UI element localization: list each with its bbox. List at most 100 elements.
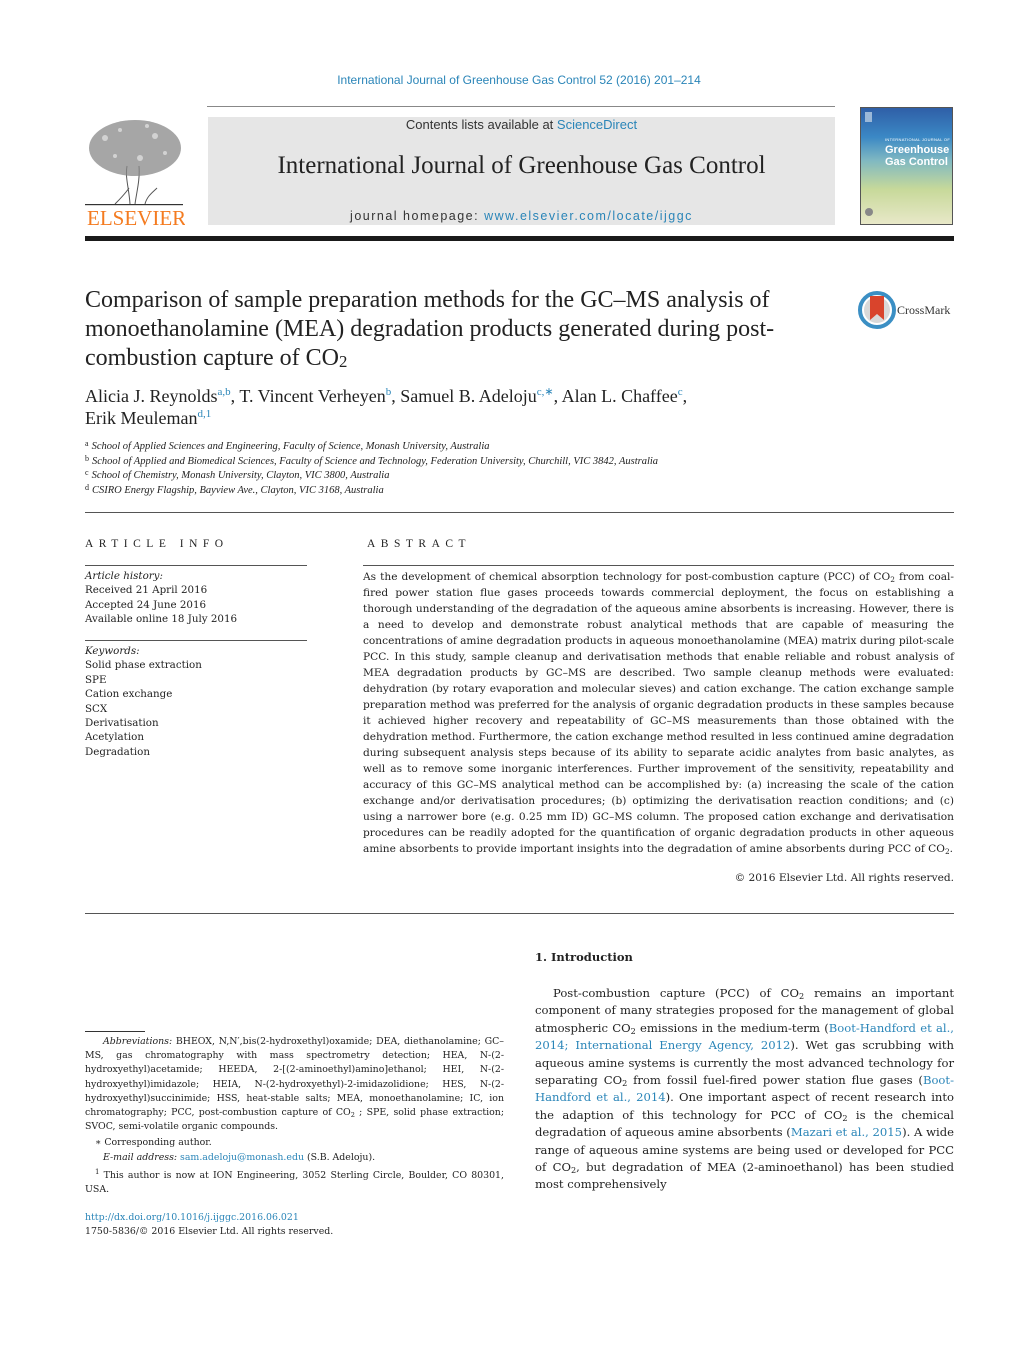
affiliation-key: a <box>85 439 89 448</box>
email-link[interactable]: sam.adeloju@monash.edu <box>180 1152 304 1163</box>
author-name[interactable]: Alicia J. Reynolds <box>85 386 218 406</box>
affiliation-item: b School of Applied and Biomedical Scienc… <box>85 453 845 470</box>
history-item: Accepted 24 June 2016 <box>85 598 207 611</box>
doi-block: http://dx.doi.org/10.1016/j.ijggc.2016.0… <box>85 1211 333 1239</box>
keywords-list: Solid phase extraction SPE Cation exchange… <box>85 658 307 759</box>
abstract-part: As the development of chemical absorptio… <box>363 571 891 583</box>
author-name[interactable]: Erik Meuleman <box>85 408 197 428</box>
introduction-heading: 1. Introduction <box>535 950 633 964</box>
crossmark-label[interactable]: CrossMark <box>897 303 950 318</box>
author-affiliation-mark[interactable]: c,∗ <box>537 386 554 398</box>
article-info-divider <box>85 565 307 566</box>
history-item: Available online 18 July 2016 <box>85 613 238 626</box>
keyword-item: Acetylation <box>85 731 144 744</box>
author-name[interactable]: Samuel B. Adeloju <box>400 386 537 406</box>
author-separator: , <box>682 386 688 406</box>
corresponding-author-note: ∗ Corresponding author. <box>95 1137 212 1149</box>
text: Post-combustion capture (PCC) of CO <box>553 986 800 1000</box>
history-item: Received 21 April 2016 <box>85 584 208 597</box>
keywords-label: Keywords: <box>85 645 140 657</box>
abstract-heading: ABSTRACT <box>367 538 472 550</box>
article-info-heading: ARTICLE INFO <box>85 538 229 550</box>
keywords-divider <box>85 640 307 641</box>
journal-cover-thumbnail[interactable]: INTERNATIONAL JOURNAL OF Greenhouse Gas … <box>860 107 953 225</box>
introduction-paragraph: Post-combustion capture (PCC) of CO2 rem… <box>535 985 954 1194</box>
cover-title: Greenhouse Gas Control <box>885 144 949 168</box>
elsevier-tree-icon: ELSEVIER <box>85 118 186 230</box>
author-name[interactable]: T. Vincent Verheyen <box>239 386 385 406</box>
cover-title-line2: Gas Control <box>885 156 948 168</box>
text: emissions in the medium-term ( <box>635 1020 829 1035</box>
abstract-text: As the development of chemical absorptio… <box>363 569 954 857</box>
abbreviations-label: Abbreviations: <box>103 1036 173 1047</box>
issn-copyright: 1750-5836/© 2016 Elsevier Ltd. All right… <box>85 1226 334 1238</box>
header-divider <box>207 106 835 107</box>
citation-link[interactable]: Mazari et al., 2015 <box>791 1125 902 1139</box>
author-separator: , <box>553 386 562 406</box>
affiliation-text: School of Chemistry, Monash University, … <box>91 470 390 481</box>
title-text: Comparison of sample preparation methods… <box>85 287 775 371</box>
email-label: E-mail address: <box>103 1151 181 1163</box>
email-note: E-mail address: sam.adeloju@monash.edu (… <box>85 1151 504 1165</box>
elsevier-wordmark: ELSEVIER <box>87 206 185 228</box>
cover-title-line1: Greenhouse <box>885 144 950 156</box>
author-affiliation-mark[interactable]: d,1 <box>197 408 211 420</box>
affiliation-item: c School of Chemistry, Monash University,… <box>85 469 845 484</box>
keyword-item: SPE <box>85 673 107 686</box>
affiliation-key: b <box>85 453 89 463</box>
keyword-item: SCX <box>85 702 108 715</box>
abstract-bottom-divider <box>85 913 954 914</box>
author-note-1: 1 This author is now at ION Engineering,… <box>85 1165 504 1198</box>
doi-link[interactable]: http://dx.doi.org/10.1016/j.ijggc.2016.0… <box>85 1211 333 1225</box>
affiliation-text: School of Applied Sciences and Engineeri… <box>91 441 490 452</box>
text: , but degradation of MEA (2-aminoethanol… <box>535 1160 954 1192</box>
affiliation-divider <box>85 512 954 513</box>
author-affiliation-mark[interactable]: a,b <box>218 386 231 398</box>
abstract-copyright: © 2016 Elsevier Ltd. All rights reserved… <box>734 872 954 884</box>
crossmark-icon <box>858 291 896 329</box>
author-separator: , <box>391 386 401 406</box>
contents-prefix: Contents lists available at <box>405 117 557 132</box>
abstract-part: from coal-fired power station flue gases… <box>363 571 954 855</box>
journal-citation-link[interactable]: International Journal of Greenhouse Gas … <box>0 73 1020 87</box>
history-label: Article history: <box>85 570 163 582</box>
header-thick-divider <box>85 236 954 241</box>
text: from fossil fuel-fired power station flu… <box>627 1073 923 1088</box>
contents-line: Contents lists available at ScienceDirec… <box>208 117 835 132</box>
keywords-section: Keywords: Solid phase extraction SPE Catio… <box>85 644 307 759</box>
author-name[interactable]: Alan L. Chaffee <box>562 386 678 406</box>
affiliation-item: d CSIRO Energy Flagship, Bayview Ave., Cl… <box>85 482 845 499</box>
footnotes: Abbreviations: BHEOX, N,N′,bis(2-hydroxe… <box>85 1035 504 1197</box>
keyword-item: Degradation <box>85 745 150 758</box>
abstract-divider <box>363 565 954 566</box>
title-subscript: 2 <box>338 352 348 371</box>
cover-publisher-icon <box>865 112 872 122</box>
affiliation-key: d <box>85 482 89 492</box>
author-note-text: This author is now at ION Engineering, 3… <box>85 1169 504 1196</box>
affiliation-text: School of Applied and Biomedical Science… <box>92 455 659 467</box>
affiliation-key: c <box>85 468 89 477</box>
abbreviations-text: BHEOX, N,N′,bis(2-hydroxethyl)oxamide; D… <box>85 1036 504 1119</box>
email-suffix: (S.B. Adeloju). <box>303 1151 376 1163</box>
affiliation-item: a School of Applied Sciences and Engineer… <box>85 440 845 455</box>
footnote-divider <box>85 1031 145 1032</box>
affiliation-text: CSIRO Energy Flagship, Bayview Ave., Cla… <box>92 484 384 496</box>
journal-name: International Journal of Greenhouse Gas … <box>277 152 766 179</box>
author-list: Alicia J. Reynoldsa,b, T. Vincent Verhey… <box>85 385 885 429</box>
history-list: Received 21 April 2016 Accepted 24 June 2… <box>85 583 307 626</box>
sciencedirect-link[interactable]: ScienceDirect <box>557 117 637 132</box>
cover-seal-icon <box>865 208 873 216</box>
abstract-part: . <box>949 843 954 855</box>
keyword-item: Derivatisation <box>85 717 159 730</box>
keyword-item: Cation exchange <box>85 688 173 701</box>
keyword-item: Solid phase extraction <box>85 659 202 672</box>
homepage-prefix: journal homepage: <box>350 209 485 223</box>
article-history: Article history: Received 21 April 2016 A… <box>85 569 307 627</box>
homepage-link[interactable]: www.elsevier.com/locate/ijggc <box>484 209 693 223</box>
article-title: Comparison of sample preparation methods… <box>85 286 845 373</box>
affiliations: a School of Applied Sciences and Engineer… <box>85 440 845 498</box>
journal-homepage: journal homepage: www.elsevier.com/locat… <box>208 209 835 223</box>
cover-subtitle: INTERNATIONAL JOURNAL OF <box>885 137 951 142</box>
abbreviations-note: Abbreviations: BHEOX, N,N′,bis(2-hydroxe… <box>85 1035 504 1134</box>
elsevier-logo[interactable]: ELSEVIER <box>85 118 186 230</box>
